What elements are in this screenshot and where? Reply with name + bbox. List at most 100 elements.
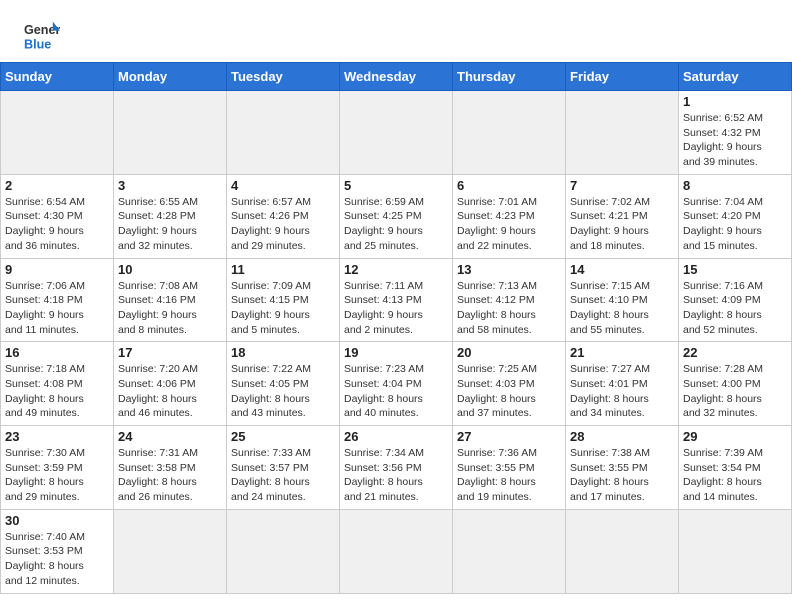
calendar-cell: 29 Sunrise: 7:39 AM Sunset: 3:54 PM Dayli… xyxy=(679,426,792,510)
logo-icon: General Blue xyxy=(24,18,60,54)
calendar-cell: 13 Sunrise: 7:13 AM Sunset: 4:12 PM Dayli… xyxy=(453,258,566,342)
svg-text:Blue: Blue xyxy=(24,38,51,52)
calendar-cell xyxy=(566,509,679,593)
day-number: 13 xyxy=(457,262,561,277)
weekday-header-tuesday: Tuesday xyxy=(227,63,340,91)
calendar-cell: 17 Sunrise: 7:20 AM Sunset: 4:06 PM Dayli… xyxy=(114,342,227,426)
calendar-cell: 10Sunrise: 7:08 AM Sunset: 4:16 PM Dayli… xyxy=(114,258,227,342)
calendar-cell: 4 Sunrise: 6:57 AM Sunset: 4:26 PM Daylig… xyxy=(227,174,340,258)
calendar-cell xyxy=(227,91,340,175)
week-row-4: 23 Sunrise: 7:30 AM Sunset: 3:59 PM Dayli… xyxy=(1,426,792,510)
day-number: 25 xyxy=(231,429,335,444)
week-row-5: 30 Sunrise: 7:40 AM Sunset: 3:53 PM Dayli… xyxy=(1,509,792,593)
day-info: Sunrise: 7:01 AM Sunset: 4:23 PM Dayligh… xyxy=(457,195,561,254)
day-info: Sunrise: 7:25 AM Sunset: 4:03 PM Dayligh… xyxy=(457,362,561,421)
calendar-cell xyxy=(679,509,792,593)
day-number: 4 xyxy=(231,178,335,193)
calendar-cell xyxy=(114,91,227,175)
calendar-cell xyxy=(227,509,340,593)
logo: General Blue xyxy=(24,18,60,54)
day-number: 14 xyxy=(570,262,674,277)
day-number: 20 xyxy=(457,345,561,360)
day-info: Sunrise: 7:09 AM Sunset: 4:15 PM Dayligh… xyxy=(231,279,335,338)
day-number: 15 xyxy=(683,262,787,277)
calendar-cell: 3 Sunrise: 6:55 AM Sunset: 4:28 PM Daylig… xyxy=(114,174,227,258)
calendar-cell xyxy=(566,91,679,175)
calendar-cell xyxy=(1,91,114,175)
day-info: Sunrise: 7:40 AM Sunset: 3:53 PM Dayligh… xyxy=(5,530,109,589)
calendar-cell: 2Sunrise: 6:54 AM Sunset: 4:30 PM Daylig… xyxy=(1,174,114,258)
calendar-cell: 1 Sunrise: 6:52 AM Sunset: 4:32 PM Daylig… xyxy=(679,91,792,175)
calendar-cell: 19Sunrise: 7:23 AM Sunset: 4:04 PM Dayli… xyxy=(340,342,453,426)
day-info: Sunrise: 7:38 AM Sunset: 3:55 PM Dayligh… xyxy=(570,446,674,505)
day-info: Sunrise: 7:33 AM Sunset: 3:57 PM Dayligh… xyxy=(231,446,335,505)
day-info: Sunrise: 7:02 AM Sunset: 4:21 PM Dayligh… xyxy=(570,195,674,254)
day-number: 27 xyxy=(457,429,561,444)
calendar-cell: 12 Sunrise: 7:11 AM Sunset: 4:13 PM Dayli… xyxy=(340,258,453,342)
day-info: Sunrise: 7:18 AM Sunset: 4:08 PM Dayligh… xyxy=(5,362,109,421)
day-info: Sunrise: 7:31 AM Sunset: 3:58 PM Dayligh… xyxy=(118,446,222,505)
day-number: 23 xyxy=(5,429,109,444)
day-number: 7 xyxy=(570,178,674,193)
day-number: 28 xyxy=(570,429,674,444)
calendar-cell: 28 Sunrise: 7:38 AM Sunset: 3:55 PM Dayli… xyxy=(566,426,679,510)
day-number: 2 xyxy=(5,178,109,193)
day-info: Sunrise: 7:04 AM Sunset: 4:20 PM Dayligh… xyxy=(683,195,787,254)
calendar-cell: 11 Sunrise: 7:09 AM Sunset: 4:15 PM Dayli… xyxy=(227,258,340,342)
week-row-2: 9Sunrise: 7:06 AM Sunset: 4:18 PM Daylig… xyxy=(1,258,792,342)
calendar-cell: 6Sunrise: 7:01 AM Sunset: 4:23 PM Daylig… xyxy=(453,174,566,258)
week-row-1: 2Sunrise: 6:54 AM Sunset: 4:30 PM Daylig… xyxy=(1,174,792,258)
day-number: 19 xyxy=(344,345,448,360)
calendar-page: General Blue SundayMondayTuesdayWednesda… xyxy=(0,0,792,594)
day-info: Sunrise: 7:11 AM Sunset: 4:13 PM Dayligh… xyxy=(344,279,448,338)
day-number: 26 xyxy=(344,429,448,444)
calendar-cell: 22 Sunrise: 7:28 AM Sunset: 4:00 PM Dayli… xyxy=(679,342,792,426)
day-info: Sunrise: 7:39 AM Sunset: 3:54 PM Dayligh… xyxy=(683,446,787,505)
day-info: Sunrise: 7:08 AM Sunset: 4:16 PM Dayligh… xyxy=(118,279,222,338)
day-info: Sunrise: 6:57 AM Sunset: 4:26 PM Dayligh… xyxy=(231,195,335,254)
day-info: Sunrise: 7:15 AM Sunset: 4:10 PM Dayligh… xyxy=(570,279,674,338)
weekday-header-wednesday: Wednesday xyxy=(340,63,453,91)
weekday-header-monday: Monday xyxy=(114,63,227,91)
day-number: 16 xyxy=(5,345,109,360)
day-number: 24 xyxy=(118,429,222,444)
week-row-3: 16 Sunrise: 7:18 AM Sunset: 4:08 PM Dayli… xyxy=(1,342,792,426)
calendar-cell: 25 Sunrise: 7:33 AM Sunset: 3:57 PM Dayli… xyxy=(227,426,340,510)
day-number: 17 xyxy=(118,345,222,360)
day-info: Sunrise: 7:27 AM Sunset: 4:01 PM Dayligh… xyxy=(570,362,674,421)
day-info: Sunrise: 6:59 AM Sunset: 4:25 PM Dayligh… xyxy=(344,195,448,254)
calendar-cell: 20 Sunrise: 7:25 AM Sunset: 4:03 PM Dayli… xyxy=(453,342,566,426)
day-number: 22 xyxy=(683,345,787,360)
weekday-header-sunday: Sunday xyxy=(1,63,114,91)
day-info: Sunrise: 7:34 AM Sunset: 3:56 PM Dayligh… xyxy=(344,446,448,505)
day-info: Sunrise: 7:20 AM Sunset: 4:06 PM Dayligh… xyxy=(118,362,222,421)
day-number: 29 xyxy=(683,429,787,444)
day-info: Sunrise: 7:16 AM Sunset: 4:09 PM Dayligh… xyxy=(683,279,787,338)
day-number: 11 xyxy=(231,262,335,277)
calendar-cell xyxy=(453,509,566,593)
calendar-cell: 18Sunrise: 7:22 AM Sunset: 4:05 PM Dayli… xyxy=(227,342,340,426)
calendar-table: SundayMondayTuesdayWednesdayThursdayFrid… xyxy=(0,62,792,594)
day-number: 1 xyxy=(683,94,787,109)
day-info: Sunrise: 7:28 AM Sunset: 4:00 PM Dayligh… xyxy=(683,362,787,421)
day-number: 30 xyxy=(5,513,109,528)
calendar-cell xyxy=(114,509,227,593)
calendar-cell: 5 Sunrise: 6:59 AM Sunset: 4:25 PM Daylig… xyxy=(340,174,453,258)
week-row-0: 1 Sunrise: 6:52 AM Sunset: 4:32 PM Daylig… xyxy=(1,91,792,175)
day-info: Sunrise: 6:52 AM Sunset: 4:32 PM Dayligh… xyxy=(683,111,787,170)
calendar-cell: 9Sunrise: 7:06 AM Sunset: 4:18 PM Daylig… xyxy=(1,258,114,342)
calendar-cell: 7 Sunrise: 7:02 AM Sunset: 4:21 PM Daylig… xyxy=(566,174,679,258)
day-number: 3 xyxy=(118,178,222,193)
weekday-header-row: SundayMondayTuesdayWednesdayThursdayFrid… xyxy=(1,63,792,91)
day-info: Sunrise: 7:30 AM Sunset: 3:59 PM Dayligh… xyxy=(5,446,109,505)
day-number: 21 xyxy=(570,345,674,360)
calendar-cell: 16 Sunrise: 7:18 AM Sunset: 4:08 PM Dayli… xyxy=(1,342,114,426)
day-info: Sunrise: 6:55 AM Sunset: 4:28 PM Dayligh… xyxy=(118,195,222,254)
calendar-cell: 21 Sunrise: 7:27 AM Sunset: 4:01 PM Dayli… xyxy=(566,342,679,426)
calendar-cell: 14 Sunrise: 7:15 AM Sunset: 4:10 PM Dayli… xyxy=(566,258,679,342)
day-number: 5 xyxy=(344,178,448,193)
day-info: Sunrise: 7:36 AM Sunset: 3:55 PM Dayligh… xyxy=(457,446,561,505)
calendar-cell xyxy=(453,91,566,175)
day-number: 12 xyxy=(344,262,448,277)
day-info: Sunrise: 7:13 AM Sunset: 4:12 PM Dayligh… xyxy=(457,279,561,338)
